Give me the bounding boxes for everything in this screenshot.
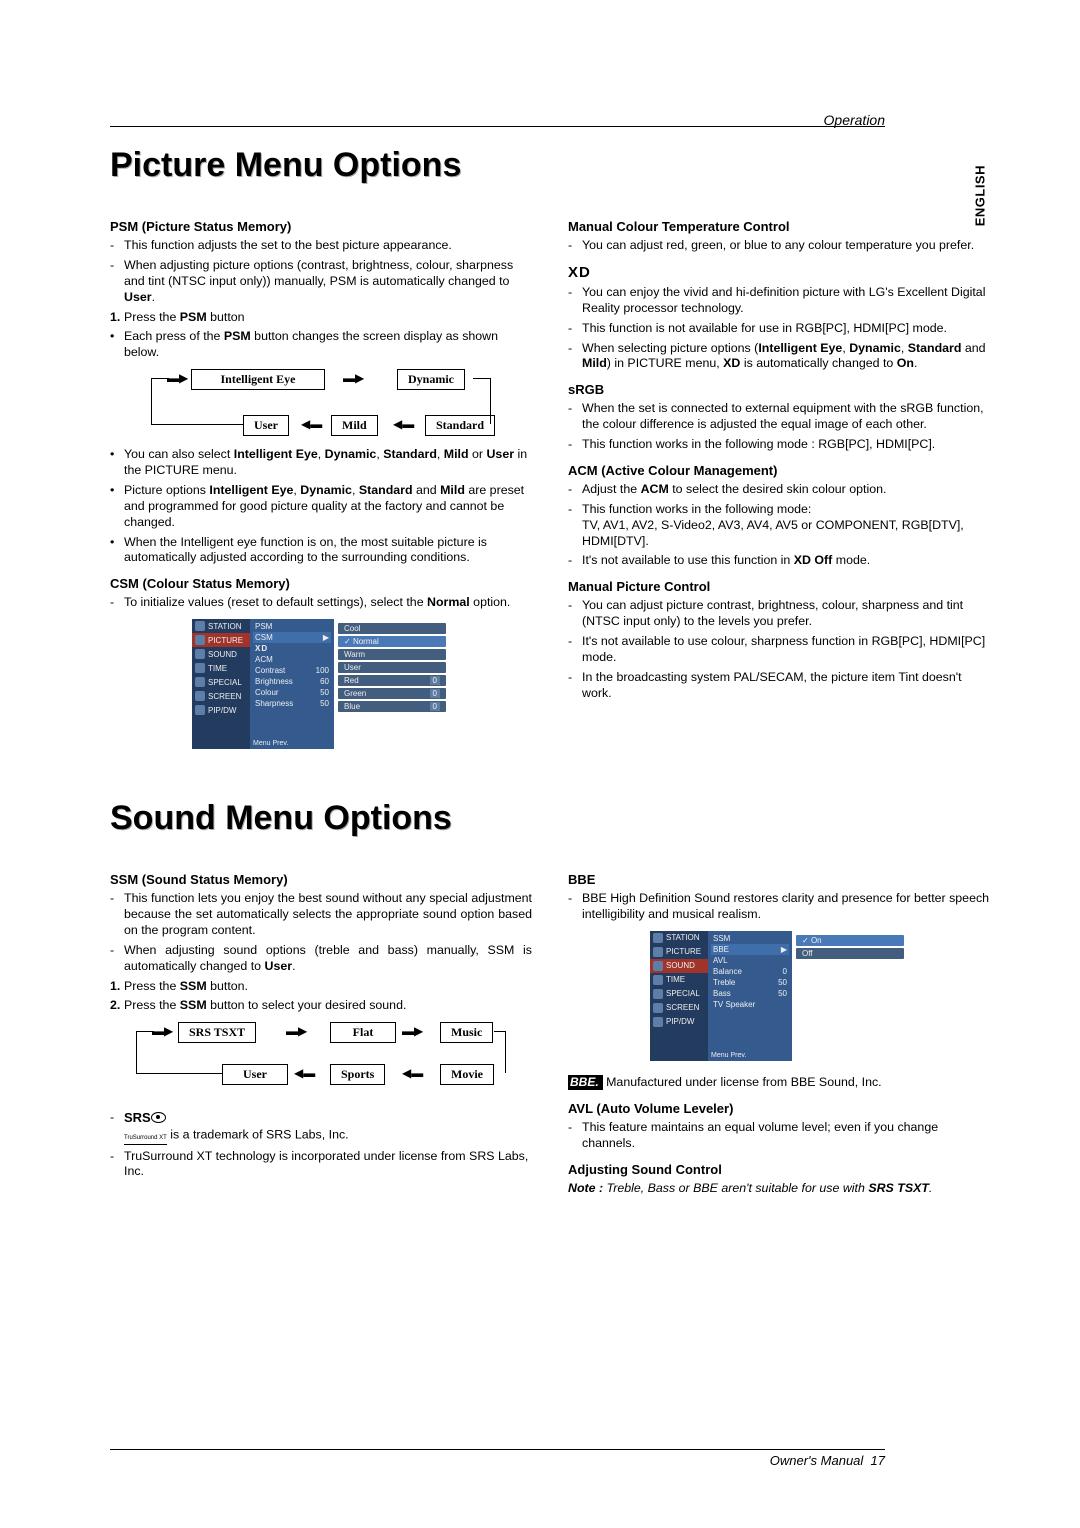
bbe-logo-icon: BBE.	[568, 1075, 603, 1090]
osd-right-options: Cool ✓ Normal Warm User Red0 Green0 Blue…	[334, 619, 450, 749]
arrow-icon: ◀▬	[294, 1066, 315, 1080]
language-tag: ENGLISH	[972, 165, 987, 226]
psm-flow-diagram: Intelligent Eye Dynamic Standard Mild Us…	[151, 367, 491, 441]
bbe-license: BBE. Manufactured under license from BBE…	[568, 1075, 990, 1091]
flow-sports: Sports	[330, 1064, 385, 1085]
flow-srs: SRS TSXT	[178, 1022, 256, 1043]
osd-left-tabs: STATION PICTURE SOUND TIME SPECIAL SCREE…	[192, 619, 250, 749]
csm-heading: CSM (Colour Status Memory)	[110, 576, 532, 591]
flow-user: User	[243, 415, 289, 436]
osd-mid-items: PSM CSM▶ XD ACM Contrast100 Brightness60…	[250, 619, 334, 749]
mcol-b1: -You can adjust red, green, or blue to a…	[568, 238, 990, 254]
flow-line	[136, 1031, 137, 1073]
sound-columns: SSM (Sound Status Memory) -This function…	[110, 862, 990, 1200]
flow-flat: Flat	[330, 1022, 396, 1043]
picture-col-right: Manual Colour Temperature Control -You c…	[568, 209, 990, 763]
mpc-b2: -It's not available to use colour, sharp…	[568, 634, 990, 666]
osd-sound-menu: STATION PICTURE SOUND TIME SPECIAL SCREE…	[568, 931, 990, 1061]
osd-mid-items: SSM BBE▶ AVL Balance0 Treble50 Bass50 TV…	[708, 931, 792, 1061]
srgb-heading: sRGB	[568, 382, 990, 397]
flow-music: Music	[440, 1022, 493, 1043]
bbe-b1: -BBE High Definition Sound restores clar…	[568, 891, 990, 923]
mpc-b3: -In the broadcasting system PAL/SECAM, t…	[568, 670, 990, 702]
psm-heading: PSM (Picture Status Memory)	[110, 219, 532, 234]
arrow-icon: ▬▶	[286, 1024, 307, 1038]
flow-dynamic: Dynamic	[397, 369, 465, 390]
ssm-step-1: 1.Press the SSM button.	[110, 979, 532, 995]
ssm-flow-diagram: SRS TSXT Flat Music Movie Sports User ▬▶…	[136, 1020, 506, 1092]
flow-line	[473, 378, 491, 379]
flow-line	[151, 424, 243, 425]
psm-note-1: •You can also select Intelligent Eye, Dy…	[110, 447, 532, 479]
osd-right-options: ✓ On Off	[792, 931, 908, 1061]
psm-step-2: •Each press of the PSM button changes th…	[110, 329, 532, 361]
osd-left-tabs: STATION PICTURE SOUND TIME SPECIAL SCREE…	[650, 931, 708, 1061]
mpc-b1: -You can adjust picture contrast, bright…	[568, 598, 990, 630]
sound-col-right: BBE -BBE High Definition Sound restores …	[568, 862, 990, 1200]
flow-line	[490, 378, 491, 424]
avl-b1: -This feature maintains an equal volume …	[568, 1120, 990, 1152]
psm-note-2: •Picture options Intelligent Eye, Dynami…	[110, 483, 532, 531]
arrow-icon: ◀▬	[393, 417, 414, 431]
srs-trademark: -SRSTruSurround XT is a trademark of SRS…	[110, 1110, 532, 1144]
title-sound-menu: Sound Menu Options	[110, 799, 990, 838]
picture-columns: PSM (Picture Status Memory) -This functi…	[110, 209, 990, 763]
avl-heading: AVL (Auto Volume Leveler)	[568, 1101, 990, 1116]
acm-b3: -It's not available to use this function…	[568, 553, 990, 569]
ssm-b2: -When adjusting sound options (treble an…	[110, 943, 532, 975]
srs-license: -TruSurround XT technology is incorporat…	[110, 1149, 532, 1181]
mcol-heading: Manual Colour Temperature Control	[568, 219, 990, 234]
flow-standard: Standard	[425, 415, 495, 436]
flow-movie: Movie	[440, 1064, 494, 1085]
arrow-icon: ◀▬	[301, 417, 322, 431]
arrow-icon: ▬▶	[152, 1024, 173, 1038]
arrow-icon: ▬▶	[402, 1024, 423, 1038]
xd-logo: XD	[568, 264, 990, 281]
flow-line	[136, 1031, 154, 1032]
flow-mild: Mild	[331, 415, 378, 436]
arrow-icon: ▬▶	[343, 371, 364, 385]
flow-line	[151, 378, 152, 424]
flow-user: User	[222, 1064, 288, 1085]
srgb-b2: -This function works in the following mo…	[568, 437, 990, 453]
psm-note-3: •When the Intelligent eye function is on…	[110, 535, 532, 567]
adj-heading: Adjusting Sound Control	[568, 1162, 990, 1177]
xd-b1: -You can enjoy the vivid and hi-definiti…	[568, 285, 990, 317]
picture-col-left: PSM (Picture Status Memory) -This functi…	[110, 209, 532, 763]
acm-b1: -Adjust the ACM to select the desired sk…	[568, 482, 990, 498]
osd-picture-menu: STATION PICTURE SOUND TIME SPECIAL SCREE…	[110, 619, 532, 749]
xd-b2: -This function is not available for use …	[568, 321, 990, 337]
sound-col-left: SSM (Sound Status Memory) -This function…	[110, 862, 532, 1200]
page-footer: Owner's Manual 17	[770, 1453, 885, 1468]
title-picture-menu: Picture Menu Options	[110, 146, 990, 185]
srgb-b1: -When the set is connected to external e…	[568, 401, 990, 433]
ssm-b1: -This function lets you enjoy the best s…	[110, 891, 532, 939]
divider-bottom	[110, 1449, 885, 1450]
bbe-heading: BBE	[568, 872, 990, 887]
arrow-icon: ▬▶	[167, 371, 188, 385]
ssm-step-2: 2.Press the SSM button to select your de…	[110, 998, 532, 1014]
flow-line	[151, 378, 169, 379]
xd-b3: -When selecting picture options (Intelli…	[568, 341, 990, 373]
csm-bullet-1: -To initialize values (reset to default …	[110, 595, 532, 611]
acm-b2: -This function works in the following mo…	[568, 502, 990, 550]
divider-top	[110, 126, 885, 127]
acm-heading: ACM (Active Colour Management)	[568, 463, 990, 478]
ssm-heading: SSM (Sound Status Memory)	[110, 872, 532, 887]
flow-intelligent-eye: Intelligent Eye	[191, 369, 325, 390]
psm-step-1: 1.Press the PSM button	[110, 310, 532, 326]
adj-note: Note : Treble, Bass or BBE aren't suitab…	[568, 1181, 990, 1197]
flow-line	[505, 1031, 506, 1073]
manual-page: Operation ENGLISH Picture Menu Options P…	[0, 0, 1080, 1528]
arrow-icon: ◀▬	[402, 1066, 423, 1080]
psm-bullet-1: -This function adjusts the set to the be…	[110, 238, 532, 254]
srs-logo-icon: SRSTruSurround XT	[124, 1110, 167, 1144]
psm-bullet-2: -When adjusting picture options (contras…	[110, 258, 532, 306]
flow-line	[136, 1073, 222, 1074]
mpc-heading: Manual Picture Control	[568, 579, 990, 594]
